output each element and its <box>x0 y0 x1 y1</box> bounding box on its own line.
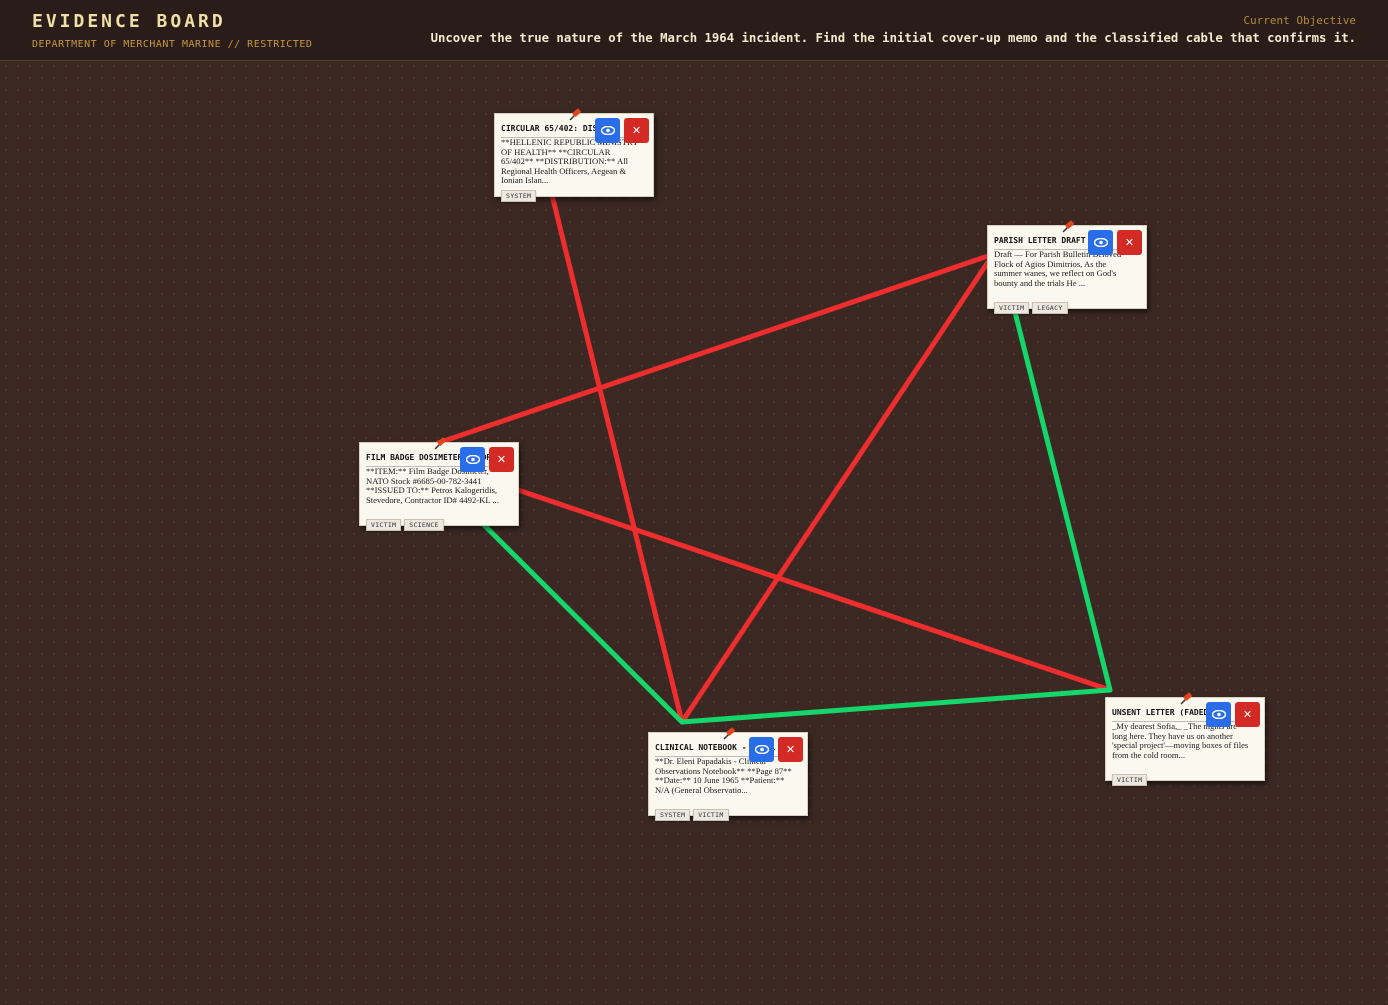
remove-button[interactable]: ✕ <box>489 447 514 472</box>
view-button[interactable] <box>749 737 774 762</box>
string-parish-unsent[interactable] <box>1011 305 1113 693</box>
string-circular-clinical[interactable] <box>549 192 685 725</box>
pushpin-icon <box>1062 220 1074 233</box>
connection-strings <box>435 192 1113 725</box>
evidence-card-unsent[interactable]: UNSENT LETTER (FADED) _My dearest Sofia,… <box>1105 692 1265 786</box>
card-tags: SYSTEM VICTIM <box>655 809 729 821</box>
remove-button[interactable]: ✕ <box>1235 702 1260 727</box>
tag: VICTIM <box>994 302 1030 314</box>
tag: SYSTEM <box>655 809 691 821</box>
card-tags: VICTIM <box>1112 774 1148 786</box>
string-clinical-unsent[interactable] <box>679 687 1113 725</box>
pushpin-icon <box>1180 692 1192 705</box>
tag: VICTIM <box>366 519 402 531</box>
eye-icon <box>754 745 769 754</box>
tag: SCIENCE <box>404 519 444 531</box>
remove-button[interactable]: ✕ <box>624 118 649 143</box>
remove-button[interactable]: ✕ <box>778 737 803 762</box>
view-button[interactable] <box>1088 230 1113 255</box>
close-icon: ✕ <box>785 743 796 756</box>
eye-icon <box>465 455 480 464</box>
card-excerpt: **HELLENIC REPUBLIC MINISTRY OF HEALTH**… <box>501 138 639 186</box>
pushpin-icon <box>569 108 581 121</box>
close-icon: ✕ <box>1124 236 1135 249</box>
card-excerpt: **ITEM:** Film Badge Dosimeter, NATO Sto… <box>366 467 499 505</box>
close-icon: ✕ <box>631 124 642 137</box>
tag: LEGACY <box>1032 302 1068 314</box>
evidence-card-filmbadge[interactable]: FILM BADGE DOSIMETER RECORD **ITEM:** Fi… <box>359 437 519 531</box>
tag: VICTIM <box>1112 774 1148 786</box>
eye-icon <box>600 126 615 135</box>
card-tags: VICTIM SCIENCE <box>366 519 444 531</box>
evidence-card-parish[interactable]: PARISH LETTER DRAFT Draft — For Parish B… <box>987 220 1147 314</box>
eye-icon <box>1093 238 1108 247</box>
pushpin-icon <box>434 437 446 450</box>
remove-button[interactable]: ✕ <box>1117 230 1142 255</box>
card-excerpt: **Dr. Eleni Papadakis - Clinical Observa… <box>655 757 792 795</box>
card-excerpt: _My dearest Sofia,_ _The nights are long… <box>1112 722 1249 760</box>
view-button[interactable] <box>1206 702 1231 727</box>
eye-icon <box>1211 710 1226 719</box>
card-excerpt: Draft — For Parish Bulletin Beloved Floc… <box>994 250 1122 288</box>
close-icon: ✕ <box>1242 708 1253 721</box>
view-button[interactable] <box>460 447 485 472</box>
close-icon: ✕ <box>496 453 507 466</box>
evidence-card-circular[interactable]: CIRCULAR 65/402: DIST **HELLENIC REPUBLI… <box>494 108 654 202</box>
string-parish-clinical[interactable] <box>679 259 991 725</box>
card-tags: VICTIM LEGACY <box>994 302 1068 314</box>
string-filmbadge-clinical[interactable] <box>479 520 685 725</box>
card-tags: SYSTEM <box>501 190 537 202</box>
pushpin-icon <box>723 727 735 740</box>
evidence-card-clinical[interactable]: CLINICAL NOTEBOOK - DR. L **Dr. Eleni Pa… <box>648 727 808 821</box>
tag: VICTIM <box>693 809 729 821</box>
tag: SYSTEM <box>501 190 537 202</box>
view-button[interactable] <box>595 118 620 143</box>
string-parish-filmbadge[interactable] <box>435 253 991 446</box>
